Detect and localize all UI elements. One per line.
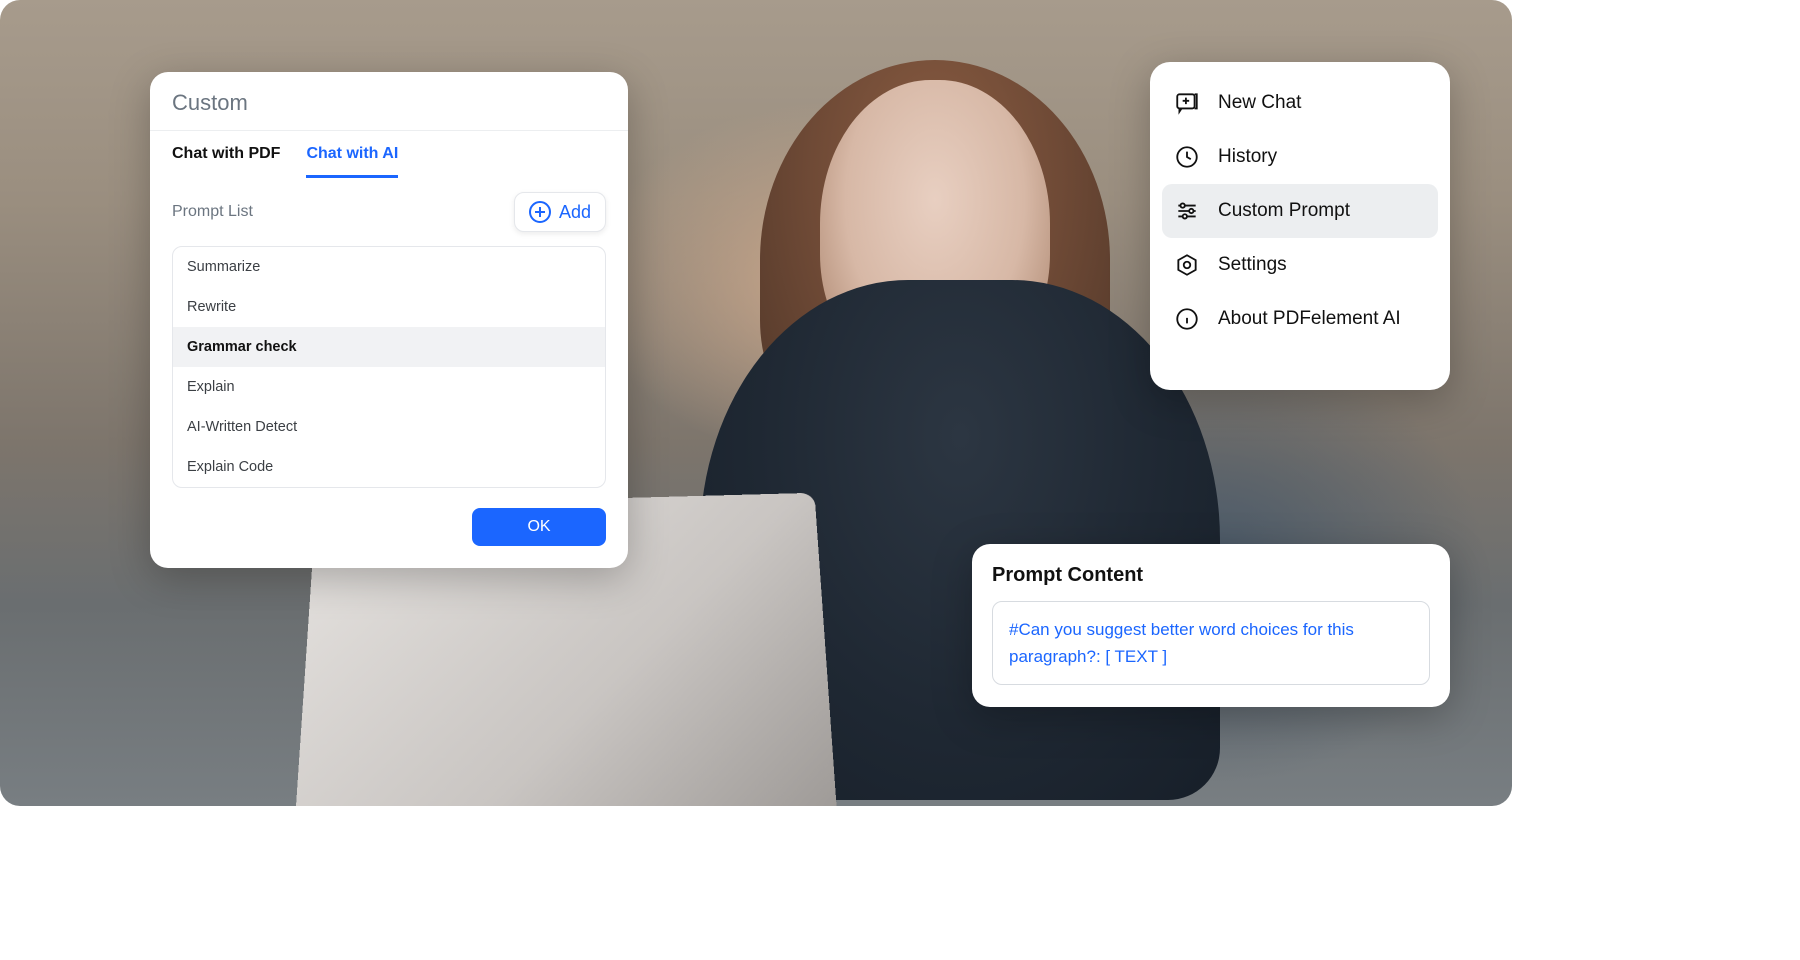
ok-button[interactable]: OK xyxy=(472,508,606,546)
promo-stage: Custom Chat with PDF Chat with AI Prompt… xyxy=(0,0,1512,806)
new-chat-icon xyxy=(1174,90,1200,116)
prompt-content-input[interactable]: #Can you suggest better word choices for… xyxy=(992,601,1430,685)
prompt-content-title: Prompt Content xyxy=(992,564,1430,587)
menu-item-about[interactable]: About PDFelement AI xyxy=(1162,292,1438,346)
prompt-item-grammar-check[interactable]: Grammar check xyxy=(173,327,605,367)
add-prompt-button[interactable]: Add xyxy=(514,192,606,232)
ai-menu-panel: New Chat History Custom Prompt xyxy=(1150,62,1450,390)
prompt-item-explain[interactable]: Explain xyxy=(173,367,605,407)
menu-item-label: Custom Prompt xyxy=(1218,200,1350,222)
menu-item-settings[interactable]: Settings xyxy=(1162,238,1438,292)
prompt-list-label: Prompt List xyxy=(172,203,253,221)
settings-icon xyxy=(1174,252,1200,278)
menu-item-label: Settings xyxy=(1218,254,1287,276)
sliders-icon xyxy=(1174,198,1200,224)
menu-item-label: History xyxy=(1218,146,1277,168)
prompt-item-explain-code[interactable]: Explain Code xyxy=(173,447,605,487)
menu-item-new-chat[interactable]: New Chat xyxy=(1162,76,1438,130)
menu-item-history[interactable]: History xyxy=(1162,130,1438,184)
prompt-list: Summarize Rewrite Grammar check Explain … xyxy=(172,246,606,488)
info-icon xyxy=(1174,306,1200,332)
custom-panel: Custom Chat with PDF Chat with AI Prompt… xyxy=(150,72,628,568)
prompt-content-panel: Prompt Content #Can you suggest better w… xyxy=(972,544,1450,707)
custom-panel-tabs: Chat with PDF Chat with AI xyxy=(150,131,628,178)
prompt-item-rewrite[interactable]: Rewrite xyxy=(173,287,605,327)
menu-item-label: About PDFelement AI xyxy=(1218,308,1401,330)
tab-chat-with-ai[interactable]: Chat with AI xyxy=(306,145,398,178)
prompt-item-ai-written-detect[interactable]: AI-Written Detect xyxy=(173,407,605,447)
prompt-item-summarize[interactable]: Summarize xyxy=(173,247,605,287)
custom-panel-title: Custom xyxy=(172,90,606,116)
add-button-label: Add xyxy=(559,202,591,223)
plus-circle-icon xyxy=(529,201,551,223)
menu-item-custom-prompt[interactable]: Custom Prompt xyxy=(1162,184,1438,238)
history-icon xyxy=(1174,144,1200,170)
tab-chat-with-pdf[interactable]: Chat with PDF xyxy=(172,145,280,178)
menu-item-label: New Chat xyxy=(1218,92,1301,114)
